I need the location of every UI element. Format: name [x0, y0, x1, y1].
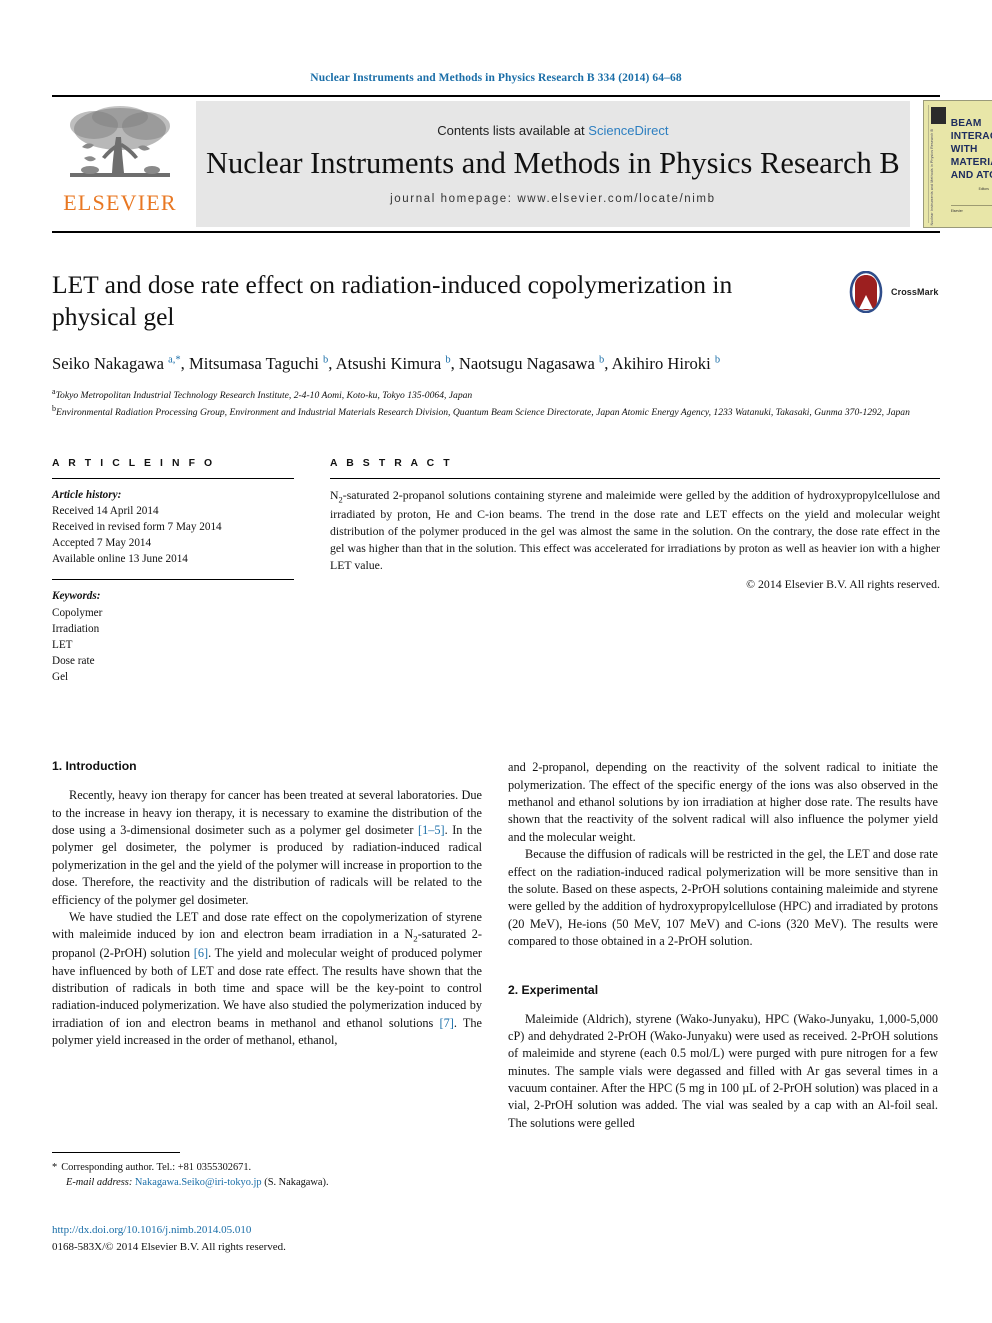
abstract-rule-top — [330, 477, 940, 479]
cover-mid-text: Editors — [978, 187, 989, 191]
crossmark-label: CrossMark — [891, 287, 939, 297]
contents-prefix-text: Contents lists available at — [437, 123, 589, 139]
affiliation-text-a: Tokyo Metropolitan Industrial Technology… — [55, 389, 473, 401]
cover-title-line-4: AND ATOMS — [950, 170, 992, 182]
footer-doi-block: http://dx.doi.org/10.1016/j.nimb.2014.05… — [52, 1222, 482, 1255]
cover-title-line-2: WITH — [950, 144, 978, 156]
body-column-right: and 2-propanol, depending on the reactiv… — [508, 759, 938, 1132]
masthead-bottom-rule — [52, 231, 940, 233]
keywords-label: Keywords: — [52, 590, 101, 603]
history-item-2: Accepted 7 May 2014 — [52, 537, 152, 550]
article-history-block: Article history: Received 14 April 2014 … — [52, 487, 294, 568]
intro-paragraph-2: We have studied the LET and dose rate ef… — [52, 909, 483, 1048]
section-heading-experimental: 2. Experimental — [508, 982, 599, 997]
footnote-star-marker: * — [52, 1162, 58, 1173]
running-head: Nuclear Instruments and Methods in Physi… — [310, 72, 682, 84]
keyword-item: Gel — [52, 671, 69, 684]
article-info-column: A R T I C L E I N F O Article history: R… — [52, 458, 294, 685]
journal-cover-image: Nuclear Instruments and Methods in Physi… — [922, 100, 992, 228]
corresponding-author-line: * Corresponding author. Tel.: +81 0355302… — [52, 1160, 482, 1175]
intro-paragraph-2-continued: and 2-propanol, depending on the reactiv… — [508, 760, 938, 844]
cover-title-line-3: MATERIALS — [950, 157, 992, 169]
article-info-heading: A R T I C L E I N F O — [52, 457, 216, 469]
email-line: E-mail address: Nakagawa.Seiko@iri-tokyo… — [52, 1175, 482, 1190]
cover-elsevier-logo-icon — [930, 107, 946, 124]
keyword-item: Copolymer — [52, 606, 103, 619]
elsevier-wordmark: ELSEVIER — [63, 190, 177, 215]
journal-article-page: Nuclear Instruments and Methods in Physi… — [0, 0, 992, 1323]
contents-available-line: Contents lists available at ScienceDirec… — [437, 123, 668, 138]
article-info-rule-top — [52, 477, 294, 479]
masthead-center: Contents lists available at ScienceDirec… — [196, 101, 910, 227]
cover-title-line-0: BEAM — [950, 118, 982, 129]
history-item-0: Received 14 April 2014 — [52, 504, 159, 517]
affiliation-text-b: Environmental Radiation Processing Group… — [56, 406, 910, 418]
journal-cover-block: Nuclear Instruments and Methods in Physi… — [916, 97, 992, 231]
keywords-block: Keywords: Copolymer Irradiation LET Dose… — [52, 588, 294, 685]
cover-title-text: BEAM INTERACTIONS WITH MATERIALS AND ATO… — [951, 117, 992, 182]
body-column-left: 1. Introduction Recently, heavy ion ther… — [52, 759, 482, 1132]
footnote-rule — [52, 1152, 180, 1153]
intro-paragraph-1: Recently, heavy ion therapy for cancer h… — [52, 788, 482, 907]
footnote-block: * Corresponding author. Tel.: +81 0355302… — [52, 1152, 482, 1191]
keyword-item: Dose rate — [52, 654, 95, 667]
cover-foot-text: Elsevier — [950, 209, 963, 213]
section-heading-introduction: 1. Introduction — [52, 759, 137, 774]
issn-copyright-line: 0168-583X/© 2014 Elsevier B.V. All right… — [52, 1240, 286, 1253]
abstract-column: A B S T R A C T N2-saturated 2-propanol … — [330, 458, 940, 685]
intro-paragraph-3: Because the diffusion of radicals will b… — [508, 847, 938, 949]
email-label: E-mail address: — [66, 1177, 133, 1189]
cover-spine-text: Nuclear Instruments and Methods in Physi… — [929, 129, 934, 226]
affiliation-b: bEnvironmental Radiation Processing Grou… — [52, 403, 940, 420]
abstract-text: N2-saturated 2-propanol solutions contai… — [330, 487, 940, 573]
email-link[interactable]: Nakagawa.Seiko@iri-tokyo.jp — [135, 1177, 262, 1188]
crossmark-badge[interactable]: CrossMark — [846, 269, 940, 315]
article-header: LET and dose rate effect on radiation-in… — [52, 269, 940, 420]
keyword-item: LET — [52, 638, 73, 651]
article-history-label: Article history: — [52, 488, 122, 501]
keywords-rule — [52, 579, 294, 581]
doi-link[interactable]: http://dx.doi.org/10.1016/j.nimb.2014.05… — [52, 1222, 482, 1239]
abstract-heading: A B S T R A C T — [330, 457, 453, 469]
info-abstract-row: A R T I C L E I N F O Article history: R… — [52, 458, 940, 685]
crossmark-icon — [849, 271, 883, 313]
affiliations: aTokyo Metropolitan Industrial Technolog… — [52, 386, 940, 420]
cover-divider — [950, 205, 992, 206]
history-item-1: Received in revised form 7 May 2014 — [52, 521, 222, 534]
email-suffix: (S. Nakagawa). — [264, 1177, 329, 1189]
journal-title: Nuclear Instruments and Methods in Physi… — [206, 146, 900, 181]
affiliation-a: aTokyo Metropolitan Industrial Technolog… — [52, 386, 940, 403]
journal-homepage-link[interactable]: journal homepage: www.elsevier.com/locat… — [390, 193, 715, 205]
abstract-copyright: © 2014 Elsevier B.V. All rights reserved… — [746, 577, 940, 592]
publisher-logo-block: ELSEVIER — [52, 97, 188, 231]
history-item-3: Available online 13 June 2014 — [52, 553, 188, 566]
keyword-item: Irradiation — [52, 622, 100, 635]
experimental-paragraph-1: Maleimide (Aldrich), styrene (Wako-Junya… — [508, 1011, 938, 1130]
corresponding-author-text: Corresponding author. Tel.: +81 03553026… — [61, 1162, 252, 1173]
elsevier-tree-icon — [70, 106, 170, 177]
page-title: LET and dose rate effect on radiation-in… — [52, 270, 733, 332]
article-body: 1. Introduction Recently, heavy ion ther… — [52, 759, 940, 1132]
sciencedirect-link[interactable]: ScienceDirect — [588, 123, 668, 138]
journal-masthead: ELSEVIER Contents lists available at Sci… — [52, 95, 992, 231]
cover-title-line-1: INTERACTIONS — [950, 131, 992, 143]
author-list: Seiko Nakagawa a,*, Mitsumasa Taguchi b,… — [52, 354, 721, 374]
